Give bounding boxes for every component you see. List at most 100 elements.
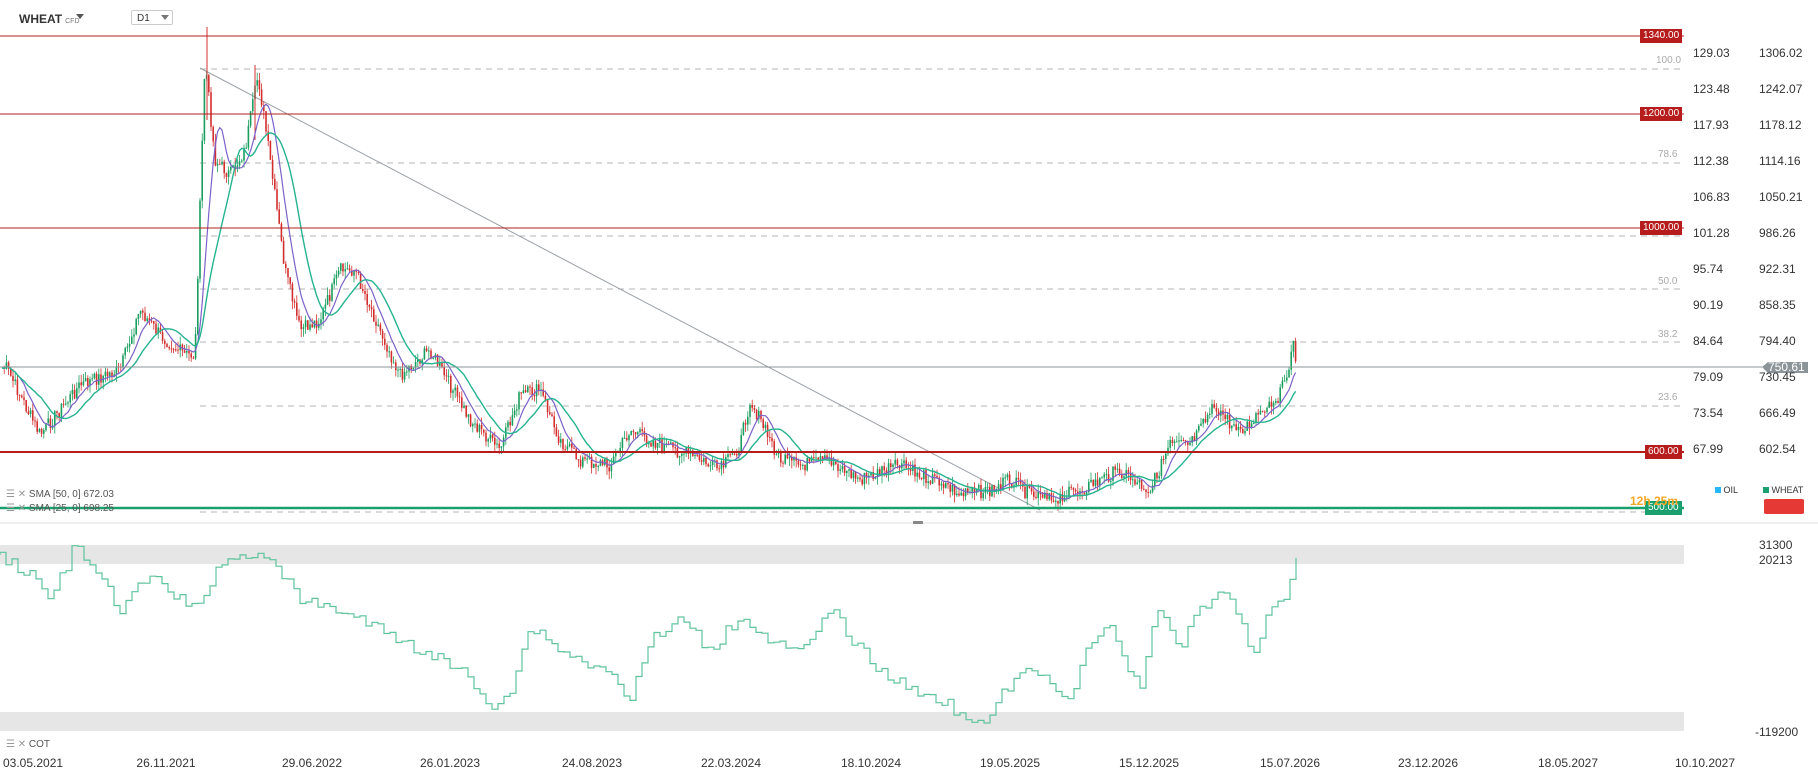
- candle-body: [1257, 412, 1259, 415]
- candle-body: [615, 452, 617, 457]
- candle-body: [859, 477, 861, 480]
- remove-icon[interactable]: ✕: [18, 489, 26, 500]
- candle-body: [100, 374, 102, 383]
- candle-body: [960, 492, 962, 496]
- candle-body: [14, 379, 16, 382]
- cot-indicator[interactable]: ☰ ✕ COT: [6, 739, 50, 750]
- settings-icon[interactable]: ☰: [6, 739, 15, 750]
- candle-body: [821, 456, 824, 459]
- sma25-indicator[interactable]: ☰ ✕ SMA [25, 0] 698.25: [6, 503, 114, 514]
- sma50-indicator[interactable]: ☰ ✕ SMA [50, 0] 672.03: [6, 489, 114, 500]
- candle-body: [307, 320, 309, 330]
- candle-body: [472, 424, 474, 427]
- candle-body: [978, 484, 980, 489]
- candle-body: [340, 263, 342, 271]
- settings-icon[interactable]: ☰: [6, 489, 15, 500]
- candle-body: [832, 461, 835, 466]
- wheat-color-button[interactable]: [1764, 499, 1804, 514]
- candle-body: [707, 464, 709, 467]
- candle-body: [813, 457, 815, 459]
- candle-body: [894, 459, 896, 465]
- candle-body: [164, 340, 166, 344]
- candle-body: [289, 277, 291, 284]
- price-tick-right: 794.40: [1759, 334, 1796, 348]
- candle-body: [377, 324, 379, 326]
- candle-body: [331, 284, 333, 301]
- candle-body: [1187, 441, 1189, 445]
- date-tick: 03.05.2021: [3, 756, 64, 770]
- candle-body: [518, 392, 520, 410]
- candle-body: [494, 437, 496, 445]
- legend-oil-label: OIL: [1723, 485, 1739, 495]
- candle-body: [93, 373, 96, 379]
- candle-body: [177, 349, 179, 351]
- level-tag-1200[interactable]: 1200.00: [1640, 107, 1683, 121]
- candle-body: [841, 466, 844, 470]
- candle-body: [469, 414, 472, 427]
- candle-body: [1237, 427, 1240, 431]
- remove-icon[interactable]: ✕: [18, 503, 26, 514]
- candle-body: [626, 437, 628, 441]
- price-tick-left: 112.38: [1693, 154, 1729, 168]
- legend-oil[interactable]: OIL: [1715, 485, 1738, 495]
- candle-body: [529, 386, 531, 388]
- candle-body: [1035, 496, 1037, 499]
- price-chart[interactable]: [0, 0, 1818, 779]
- candle-body: [192, 357, 195, 359]
- candle-body: [381, 330, 384, 339]
- candle-body: [1057, 500, 1059, 504]
- candle-body: [188, 351, 190, 354]
- candle-body: [562, 439, 564, 450]
- candle-body: [463, 405, 465, 408]
- candle-body: [623, 437, 626, 439]
- candle-body: [755, 409, 758, 419]
- candle-body: [450, 375, 452, 393]
- level-tag-600[interactable]: 600.00: [1645, 445, 1682, 459]
- candle-body: [1213, 404, 1215, 408]
- candle-body: [1008, 474, 1011, 484]
- candle-body: [1182, 440, 1185, 442]
- candle-body: [428, 350, 430, 352]
- candle-body: [1272, 402, 1275, 407]
- candle-body: [1215, 407, 1218, 412]
- candle-body: [87, 378, 89, 386]
- remove-icon[interactable]: ✕: [18, 739, 26, 750]
- candle-body: [364, 290, 366, 294]
- candle-body: [401, 368, 404, 380]
- candle-body: [744, 422, 747, 425]
- candle-body: [1288, 369, 1290, 378]
- candle-body: [285, 263, 287, 269]
- candle-body: [368, 304, 371, 308]
- candle-body: [639, 429, 641, 433]
- candle-body: [982, 492, 984, 499]
- candle-body: [247, 125, 250, 148]
- candle-body: [1050, 493, 1053, 501]
- legend-wheat-label: WHEAT: [1771, 485, 1804, 495]
- candle-body: [694, 454, 696, 457]
- candle-body: [47, 418, 49, 423]
- candle-body: [839, 469, 841, 471]
- candle-body: [566, 446, 569, 450]
- candle-body: [1281, 380, 1284, 388]
- candle-body: [172, 349, 175, 351]
- date-tick: 29.06.2022: [281, 756, 343, 770]
- candle-body: [804, 464, 806, 471]
- legend-wheat[interactable]: WHEAT: [1763, 485, 1803, 495]
- level-tag-1340[interactable]: 1340.00: [1640, 29, 1683, 43]
- candle-body: [370, 307, 373, 310]
- cot-axis-bottom: -119200: [1755, 725, 1799, 739]
- candle-body: [854, 472, 857, 479]
- candle-body: [568, 443, 571, 447]
- candle-body: [945, 483, 947, 488]
- candle-body: [95, 373, 98, 385]
- candle-body: [1235, 424, 1237, 431]
- candle-body: [1101, 477, 1103, 479]
- candle-body: [203, 78, 206, 141]
- candle-body: [509, 421, 511, 426]
- level-tag-1000[interactable]: 1000.00: [1640, 221, 1683, 235]
- settings-icon[interactable]: ☰: [6, 503, 15, 514]
- candle-body: [848, 469, 850, 471]
- pane-resize-handle[interactable]: [913, 521, 923, 524]
- candle-body: [1158, 476, 1160, 479]
- candle-body: [925, 470, 927, 484]
